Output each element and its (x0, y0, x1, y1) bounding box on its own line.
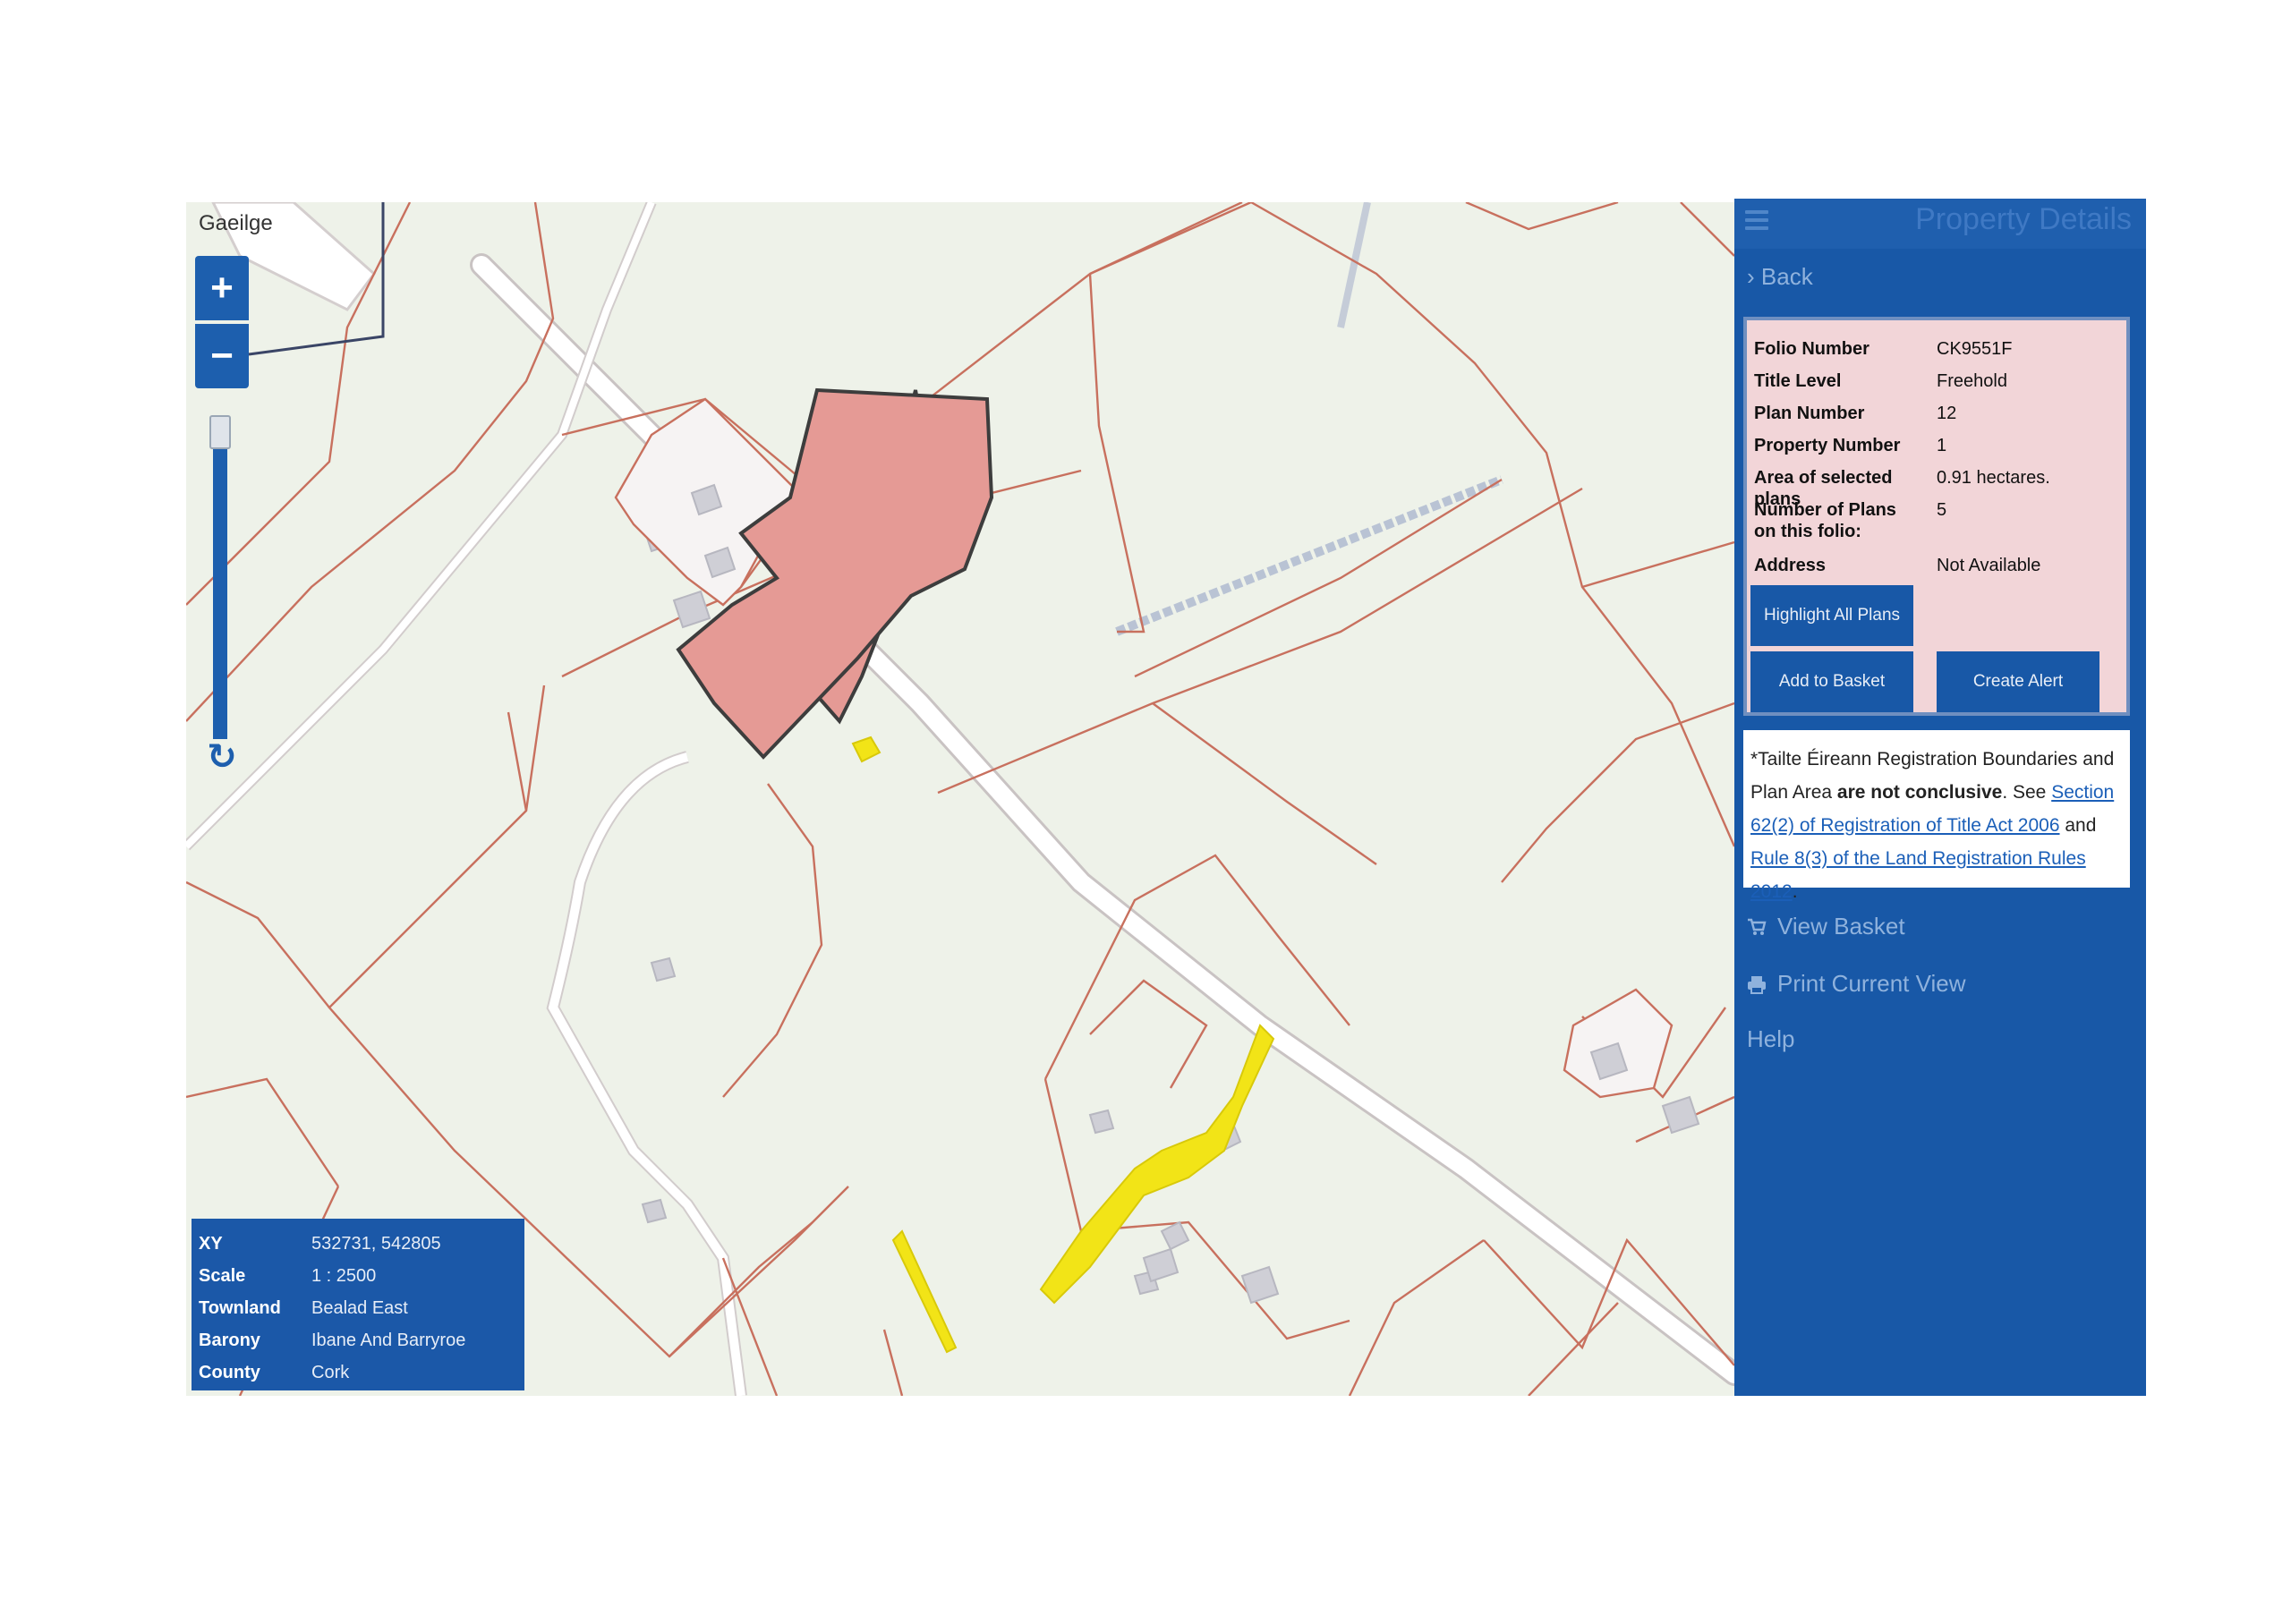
zoom-slider-track[interactable] (213, 417, 227, 739)
info-key: XY (199, 1233, 223, 1254)
disclaimer-and: and (2059, 815, 2097, 836)
detail-value-title-level: Freehold (1937, 371, 2007, 391)
zoom-out-button[interactable]: − (195, 324, 249, 388)
detail-value-plan-count: 5 (1937, 500, 1947, 520)
info-value: 532731, 542805 (311, 1233, 441, 1254)
info-row-barony: Barony Ibane And Barryroe (199, 1324, 517, 1356)
info-row-scale: Scale 1 : 2500 (199, 1260, 517, 1292)
rule-8-link[interactable]: Rule 8(3) of the Land Registration Rules… (1750, 848, 2086, 902)
detail-value-address: Not Available (1937, 556, 2041, 575)
chevron-right-icon: › (1747, 263, 1755, 290)
track-east (1115, 475, 1503, 636)
map-canvas[interactable] (186, 202, 1734, 1396)
detail-key-address: Address (1754, 556, 1827, 575)
property-details-panel: Property Details › Back Folio Number CK9… (1734, 199, 2146, 1396)
stream-north (1337, 202, 1371, 328)
info-key: County (199, 1362, 260, 1382)
view-basket-label: View Basket (1777, 913, 1905, 940)
detail-key-plan-number: Plan Number (1754, 404, 1865, 423)
info-value: Ibane And Barryroe (311, 1330, 466, 1350)
disclaimer-box: *Tailte Éireann Registration Boundaries … (1743, 730, 2130, 902)
location-info-box: XY 532731, 542805 Scale 1 : 2500 Townlan… (192, 1219, 524, 1390)
detail-value-area: 0.91 hectares. (1937, 468, 2050, 488)
field-boundaries (186, 202, 1734, 1396)
info-row-townland: Townland Bealad East (199, 1292, 517, 1324)
lane-south (546, 751, 747, 1396)
zoom-slider-handle[interactable] (209, 415, 231, 449)
help-link[interactable]: Help (1747, 1025, 1794, 1053)
disclaimer-bold: are not conclusive (1836, 782, 2003, 803)
back-link[interactable]: › Back (1747, 263, 1813, 291)
menu-icon[interactable] (1745, 206, 1768, 233)
info-value: 1 : 2500 (311, 1265, 377, 1286)
info-value: Bealad East (311, 1297, 408, 1318)
panel-header: Property Details (1734, 199, 2146, 249)
info-key: Barony (199, 1330, 260, 1350)
print-current-view-link[interactable]: Print Current View (1747, 970, 1966, 998)
language-link[interactable]: Gaeilge (199, 211, 273, 236)
printer-icon (1748, 975, 1766, 994)
highlighted-plan-strip[interactable] (891, 1229, 958, 1354)
disclaimer-end: . (1792, 881, 1798, 902)
detail-key-title-level: Title Level (1754, 371, 1842, 391)
create-alert-button[interactable]: Create Alert (1937, 651, 2099, 712)
property-details-card: Folio Number CK9551F Title Level Freehol… (1743, 317, 2130, 716)
info-key: Townland (199, 1297, 281, 1318)
view-basket-link[interactable]: View Basket (1747, 913, 1905, 940)
refresh-icon[interactable]: ↻ (204, 739, 240, 775)
detail-value-folio: CK9551F (1937, 339, 2013, 359)
detail-value-property-number: 1 (1937, 436, 1947, 455)
zoom-in-button[interactable]: + (195, 256, 249, 320)
detail-key-folio: Folio Number (1754, 339, 1869, 359)
highlight-all-plans-button[interactable]: Highlight All Plans (1750, 585, 1913, 646)
panel-title: Property Details (1915, 202, 2132, 236)
minor-road-west-fill (186, 202, 655, 849)
cart-icon (1748, 918, 1767, 935)
info-row-xy: XY 532731, 542805 (199, 1228, 517, 1260)
print-current-view-label: Print Current View (1777, 970, 1966, 997)
map-view[interactable]: Gaeilge + − ↻ XY 532731, 542805 Scale 1 … (186, 202, 1734, 1396)
field-boundary-extra (507, 711, 528, 812)
detail-key-property-number: Property Number (1754, 436, 1901, 455)
disclaimer-mid: . See (2002, 782, 2052, 803)
back-label: Back (1760, 263, 1813, 290)
detail-value-plan-number: 12 (1937, 404, 1957, 423)
info-value: Cork (311, 1362, 350, 1382)
info-row-county: County Cork (199, 1356, 517, 1389)
minor-road-west (186, 202, 657, 851)
lane-south-fill (548, 752, 745, 1396)
info-key: Scale (199, 1265, 246, 1286)
detail-key-plan-count: Number of Plans on this folio: (1754, 500, 1896, 541)
highlighted-plan-small[interactable] (851, 735, 881, 763)
add-to-basket-button[interactable]: Add to Basket (1750, 651, 1913, 712)
